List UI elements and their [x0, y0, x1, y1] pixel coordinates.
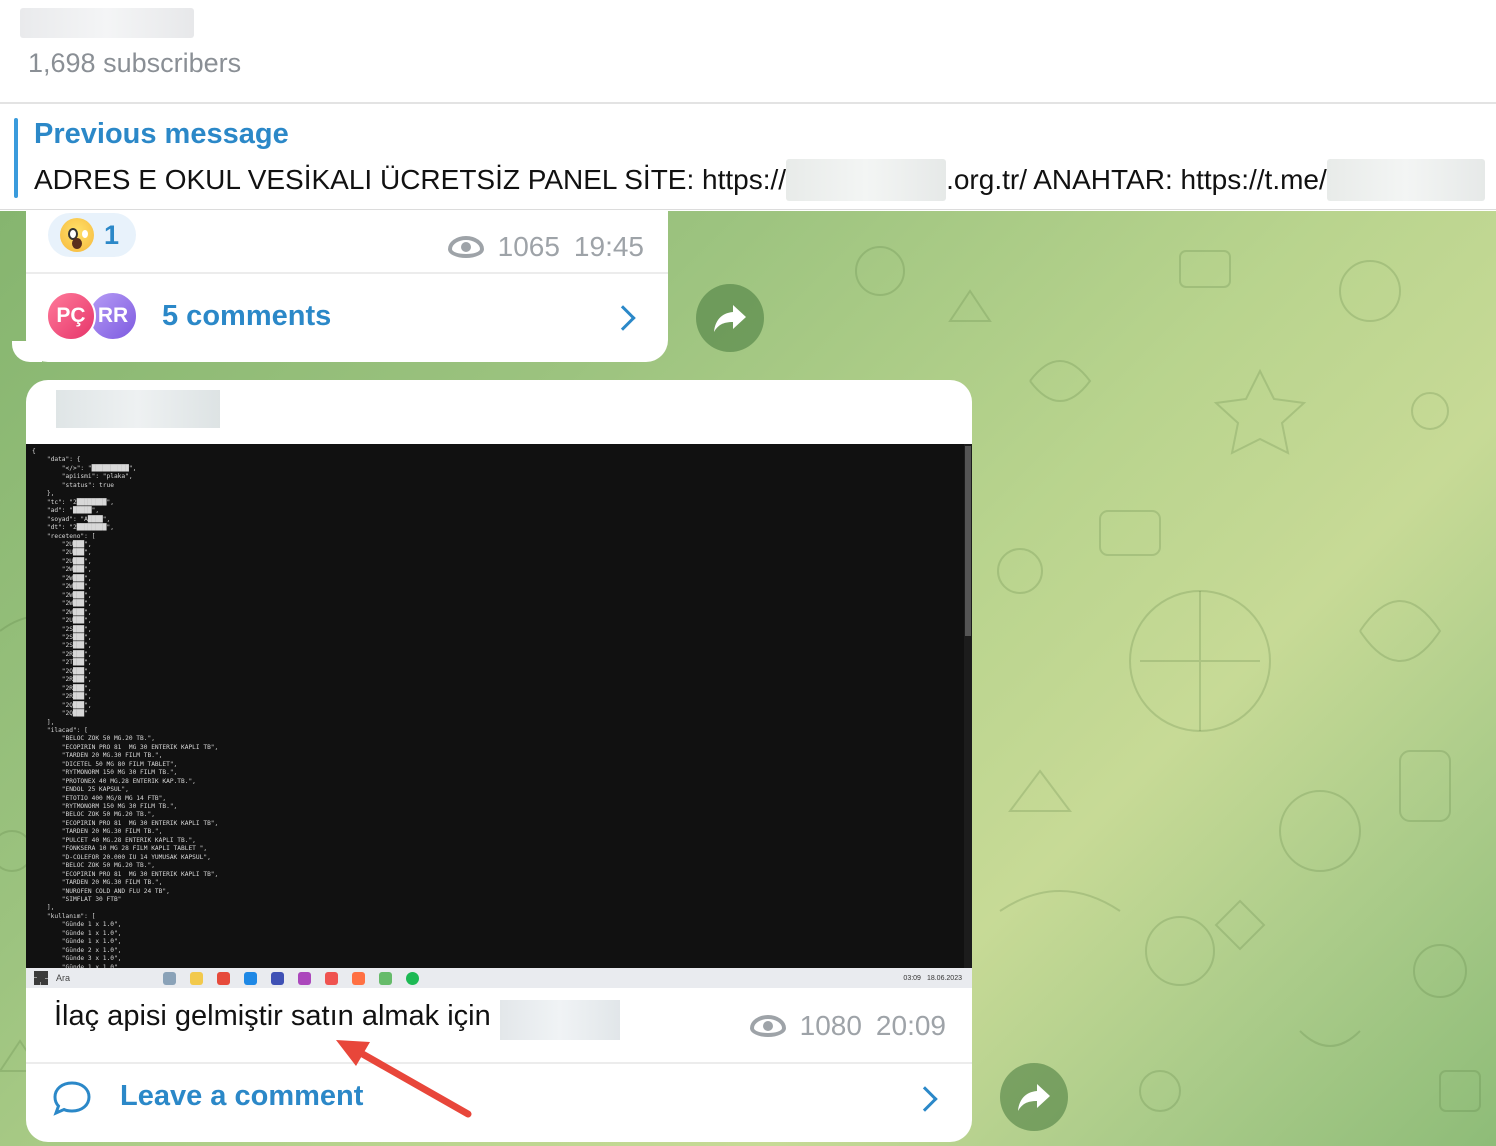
message-meta: 1065 19:45	[447, 231, 644, 263]
divider	[26, 1062, 972, 1064]
channel-title-redacted	[20, 8, 194, 38]
chat-area[interactable]: 1 1065 19:45 PÇ RR 5 comments { "data": …	[0, 211, 1496, 1146]
message-time: 19:45	[573, 231, 644, 262]
app-icon	[163, 971, 176, 985]
author-name-redacted	[56, 390, 220, 428]
pinned-redacted-domain	[786, 159, 947, 201]
eye-icon	[447, 236, 484, 258]
pinned-text: ADRES E OKUL VESİKALI ÜCRETSİZ PANEL SİT…	[34, 159, 1485, 201]
comments-link[interactable]: 5 comments	[162, 300, 331, 333]
message-bubble-1[interactable]: 1 1065 19:45 PÇ RR 5 comments	[26, 211, 668, 362]
share-button[interactable]	[1000, 1063, 1068, 1131]
divider	[26, 272, 668, 274]
taskbar-time: 03:09	[903, 974, 921, 982]
caption-redacted-handle	[500, 1000, 620, 1040]
windows-start-icon	[34, 971, 48, 985]
app-icon	[298, 971, 311, 985]
reaction-count: 1	[104, 219, 120, 250]
app-icon	[325, 971, 338, 985]
share-button[interactable]	[696, 284, 764, 352]
edge-icon	[244, 971, 257, 985]
message-caption: İlaç apisi gelmiştir satın almak için	[54, 1000, 491, 1032]
subscriber-count: 1,698 subscribers	[28, 48, 242, 78]
scrollbar	[964, 444, 972, 968]
pinned-text-part1: ADRES E OKUL VESİKALI ÜCRETSİZ PANEL SİT…	[34, 164, 787, 195]
windows-taskbar: Ara 03:09 18.06.2023	[26, 968, 972, 988]
terminal-json-output: { "data": { "</>": "██████████", "apiism…	[32, 448, 219, 979]
taskbar-clock: 03:09 18.06.2023	[903, 975, 962, 982]
eye-icon	[749, 1015, 786, 1037]
pinned-message-bar[interactable]: Previous message ADRES E OKUL VESİKALI Ü…	[0, 104, 1496, 210]
forward-arrow-icon	[1018, 1084, 1050, 1111]
app-icon	[271, 971, 284, 985]
pinned-accent-bar	[14, 118, 18, 198]
chevron-right-icon[interactable]	[912, 1086, 938, 1112]
view-count: 1065	[497, 231, 560, 262]
message-bubble-2[interactable]: { "data": { "</>": "██████████", "apiism…	[26, 380, 972, 1142]
scream-emoji-icon	[60, 218, 94, 252]
taskbar-date: 18.06.2023	[926, 974, 962, 982]
leave-comment-link[interactable]: Leave a comment	[120, 1080, 363, 1113]
message-time: 20:09	[875, 1010, 946, 1041]
avatar: PÇ	[46, 291, 96, 341]
annotation-arrow-icon	[336, 1040, 472, 1118]
app-icon	[379, 971, 392, 985]
view-count: 1080	[799, 1010, 862, 1041]
channel-header[interactable]: 1,698 subscribers	[0, 0, 1496, 104]
folder-icon	[190, 971, 203, 985]
message-meta: 1080 20:09	[749, 1010, 946, 1042]
forward-arrow-icon	[714, 305, 746, 332]
spotify-icon	[406, 971, 419, 985]
pinned-redacted-handle	[1326, 159, 1485, 201]
app-icon	[352, 971, 365, 985]
attached-screenshot-image[interactable]: { "data": { "</>": "██████████", "apiism…	[26, 444, 972, 988]
pinned-text-part2: .org.tr/ ANAHTAR: https://t.me/	[946, 164, 1327, 195]
pinned-title: Previous message	[34, 118, 289, 150]
chevron-right-icon[interactable]	[610, 305, 636, 331]
comment-bubble-icon	[53, 1081, 91, 1116]
taskbar-search: Ara	[56, 973, 71, 983]
brave-icon	[217, 971, 230, 985]
reaction-chip[interactable]: 1	[48, 213, 136, 257]
